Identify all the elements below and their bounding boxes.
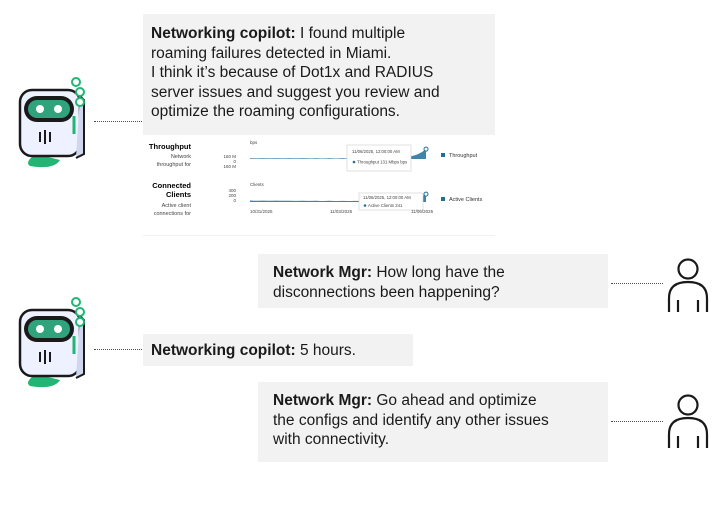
throughput-legend: Throughput [449,153,478,159]
speaker-label: Network Mgr: [273,392,373,409]
throughput-sub2: throughput for [157,162,191,168]
throughput-unit: bps [250,140,258,145]
clients-sub1: Active client [162,203,192,209]
copilot-message-2: Networking copilot: 5 hours. [143,334,413,366]
speaker-label: Networking copilot: [151,342,296,359]
legend-swatch [441,197,445,201]
user-message-2: Network Mgr: Go ahead and optimize the c… [258,382,608,462]
throughput-tooltip-date: 11/06/2025, 12:00:00 AM [352,149,400,154]
clients-unit: Clients [250,182,265,187]
user-icon [667,258,709,312]
speaker-label: Networking copilot: [151,25,296,42]
tooltip-dot [352,160,356,164]
throughput-tick: 160 M [223,164,236,169]
throughput-tooltip-value: Throughput 131 Mbps bps [357,160,407,165]
series-point [423,191,429,197]
clients-title-2: Clients [166,190,191,199]
clients-sub2: connections for [154,211,191,217]
chart-canvas: Throughput Network throughput for 160 M … [149,140,483,217]
x-tick: 11/03/2025 [330,209,353,214]
embedded-network-chart: Throughput Network throughput for 160 M … [143,135,495,235]
message-text: Networking copilot: I found multiple roa… [151,25,440,120]
x-tick: 10/31/2025 [250,209,273,214]
connector-line [94,349,146,350]
user-message-1: Network Mgr: How long have the disconnec… [258,254,608,308]
legend-swatch [441,153,445,157]
copilot-bot-icon [18,77,85,168]
series-point [423,146,429,152]
connector-line [94,121,146,122]
speaker-label: Network Mgr: [273,264,373,281]
tooltip-dot [363,204,367,207]
clients-tick: 0 [233,198,236,203]
throughput-sub1: Network [171,154,191,160]
clients-tooltip-date: 11/06/2025, 12:00:00 AM [363,195,411,200]
throughput-title: Throughput [149,142,192,151]
connector-line [611,421,663,422]
clients-tooltip-value: Active Clients 241 [368,203,403,208]
clients-legend: Active Clients [449,197,483,203]
message-text: Networking copilot: 5 hours. [151,342,356,359]
user-icon [667,394,709,448]
x-tick: 11/06/2025 [411,209,434,214]
copilot-bot-icon [18,297,85,388]
clients-title: Connected [152,181,191,190]
connector-line [611,283,663,284]
message-text: Network Mgr: How long have the disconnec… [273,264,505,301]
message-text: Network Mgr: Go ahead and optimize the c… [273,392,549,448]
